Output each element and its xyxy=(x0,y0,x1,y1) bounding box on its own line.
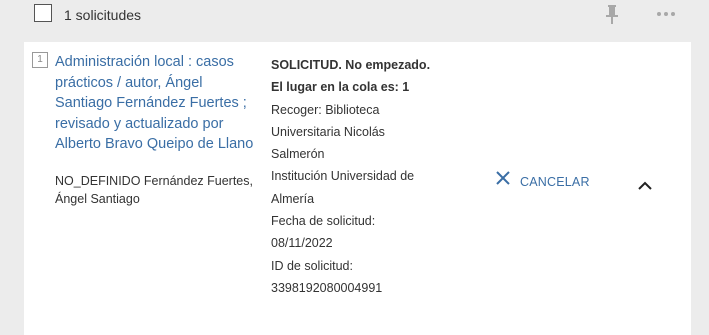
request-id: 3398192080004991 xyxy=(271,280,383,295)
request-date: 08/11/2022 xyxy=(271,236,333,251)
cancel-label: CANCELAR xyxy=(520,175,590,189)
request-title-link[interactable]: Administración local : casos prácticos /… xyxy=(55,52,260,155)
request-details: SOLICITUD. No empezado. El lugar en la c… xyxy=(271,54,436,299)
results-toolbar: 1 solicitudes xyxy=(0,0,709,34)
request-status: SOLICITUD. No empezado. El lugar en la c… xyxy=(271,58,431,95)
institution: Institución Universidad de Almería xyxy=(271,169,415,206)
request-date-label: Fecha de solicitud: xyxy=(271,214,376,229)
pickup-location: Recoger: Biblioteca Universitaria Nicolá… xyxy=(271,102,385,162)
request-author: NO_DEFINIDO Fernández Fuertes, Ángel San… xyxy=(55,174,253,206)
close-icon xyxy=(496,171,510,185)
pin-icon[interactable] xyxy=(604,4,620,26)
request-card: 1 Administración local : casos prácticos… xyxy=(24,42,691,335)
request-id-label: ID de solicitud: xyxy=(271,258,353,273)
chevron-up-icon[interactable] xyxy=(637,179,653,191)
cancel-button[interactable]: CANCELAR xyxy=(494,169,590,189)
item-number-checkbox[interactable]: 1 xyxy=(32,52,48,68)
request-count: 1 solicitudes xyxy=(64,7,142,23)
more-horizontal-icon[interactable] xyxy=(655,6,677,22)
select-all-checkbox[interactable] xyxy=(34,4,52,22)
